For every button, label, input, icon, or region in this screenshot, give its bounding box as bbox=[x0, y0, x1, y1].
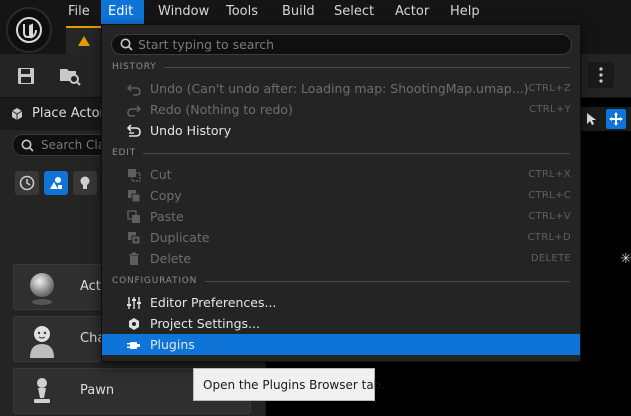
copy-icon bbox=[126, 188, 141, 203]
light-gizmo-icon[interactable]: ✳ bbox=[620, 251, 631, 267]
menu-item-editor-preferences[interactable]: Editor Preferences... bbox=[102, 292, 580, 313]
more-options-button[interactable] bbox=[588, 62, 614, 88]
actor-thumbnail bbox=[18, 372, 66, 412]
menu-item-label: Editor Preferences... bbox=[150, 295, 277, 310]
search-placeholder: Search Cla bbox=[41, 138, 106, 152]
menu-window[interactable]: Window bbox=[151, 0, 216, 24]
menu-actor[interactable]: Actor bbox=[388, 0, 436, 24]
character-icon bbox=[30, 326, 54, 358]
menu-build[interactable]: Build bbox=[275, 0, 322, 24]
menu-item-delete[interactable]: Delete DELETE bbox=[102, 248, 580, 269]
actor-item-label: Pawn bbox=[80, 383, 115, 398]
select-mode-button[interactable] bbox=[582, 109, 602, 129]
menu-item-label: Delete bbox=[150, 251, 192, 266]
menu-item-paste[interactable]: Paste CTRL+V bbox=[102, 206, 580, 227]
clock-icon bbox=[19, 175, 35, 191]
search-icon bbox=[120, 38, 133, 51]
section-history-label: HISTORY bbox=[112, 62, 157, 72]
section-divider bbox=[205, 281, 570, 282]
basic-category-button[interactable] bbox=[44, 171, 68, 195]
section-divider bbox=[164, 67, 570, 68]
plugins-tooltip: Open the Plugins Browser tab. bbox=[193, 368, 385, 401]
menu-item-plugins[interactable]: Plugins bbox=[102, 334, 580, 355]
actor-thumbnail bbox=[18, 320, 66, 360]
undo-icon bbox=[126, 81, 141, 96]
undo-history-icon bbox=[126, 123, 141, 138]
menu-item-label: Redo (Nothing to redo) bbox=[150, 102, 293, 117]
section-configuration-label: CONFIGURATION bbox=[112, 276, 198, 286]
paste-icon bbox=[126, 209, 141, 224]
menu-item-label: Undo (Can't undo after: Loading map: Sho… bbox=[150, 81, 529, 96]
shortcut-label: CTRL+Y bbox=[529, 104, 571, 115]
menu-item-cut[interactable]: Cut CTRL+X bbox=[102, 164, 580, 185]
shortcut-label: CTRL+C bbox=[528, 190, 571, 201]
save-button[interactable] bbox=[14, 64, 38, 88]
menu-item-label: Undo History bbox=[150, 123, 232, 138]
settings-icon bbox=[126, 316, 141, 331]
cursor-icon bbox=[587, 113, 596, 125]
search-icon bbox=[21, 139, 34, 152]
edit-menu: Start typing to search HISTORY Undo (Can… bbox=[101, 24, 581, 362]
shortcut-label: CTRL+Z bbox=[528, 83, 571, 94]
menu-item-label: Copy bbox=[150, 188, 182, 203]
trash-icon bbox=[126, 251, 141, 266]
move-icon bbox=[609, 112, 623, 126]
redo-icon bbox=[126, 102, 141, 117]
menu-item-duplicate[interactable]: Duplicate CTRL+D bbox=[102, 227, 580, 248]
save-icon bbox=[18, 68, 34, 84]
viewport-toolbar bbox=[577, 107, 631, 131]
tooltip-text: Open the Plugins Browser tab. bbox=[203, 378, 386, 392]
basic-shapes-icon bbox=[50, 177, 62, 189]
menu-item-copy[interactable]: Copy CTRL+C bbox=[102, 185, 580, 206]
browse-content-button[interactable] bbox=[58, 64, 82, 88]
panel-title: Place Actors bbox=[32, 106, 112, 121]
folder-search-icon bbox=[60, 69, 81, 86]
menu-edit[interactable]: Edit bbox=[101, 0, 144, 24]
recent-category-button[interactable] bbox=[15, 171, 39, 195]
menu-item-label: Project Settings... bbox=[150, 316, 260, 331]
menu-item-label: Paste bbox=[150, 209, 184, 224]
translate-mode-button[interactable] bbox=[606, 109, 626, 129]
menu-item-label: Plugins bbox=[150, 337, 195, 352]
cut-icon bbox=[126, 167, 141, 182]
menu-item-label: Duplicate bbox=[150, 230, 210, 245]
actor-thumbnail bbox=[18, 268, 66, 308]
menu-item-project-settings[interactable]: Project Settings... bbox=[102, 313, 580, 334]
section-edit-label: EDIT bbox=[112, 148, 136, 158]
duplicate-icon bbox=[126, 230, 141, 245]
shortcut-label: CTRL+X bbox=[528, 169, 571, 180]
section-divider bbox=[143, 153, 570, 154]
shortcut-label: CTRL+V bbox=[528, 211, 571, 222]
more-vertical-icon bbox=[599, 67, 603, 83]
menu-help[interactable]: Help bbox=[443, 0, 487, 24]
menu-bar: File Edit Window Tools Build Select Acto… bbox=[0, 0, 631, 24]
menu-search-placeholder: Start typing to search bbox=[138, 37, 275, 52]
menu-select[interactable]: Select bbox=[327, 0, 381, 24]
unreal-logo-icon bbox=[16, 17, 42, 43]
menu-item-undo[interactable]: Undo (Can't undo after: Loading map: Sho… bbox=[102, 78, 580, 99]
menu-tools[interactable]: Tools bbox=[219, 0, 265, 24]
level-tab[interactable] bbox=[66, 26, 102, 54]
lights-category-button[interactable] bbox=[73, 171, 97, 195]
lightbulb-icon bbox=[80, 176, 90, 189]
level-icon bbox=[78, 36, 90, 46]
menu-item-label: Cut bbox=[150, 167, 172, 182]
sliders-icon bbox=[126, 295, 141, 310]
menu-item-redo[interactable]: Redo (Nothing to redo) CTRL+Y bbox=[102, 99, 580, 120]
shortcut-label: CTRL+D bbox=[527, 232, 571, 243]
plug-icon bbox=[126, 337, 141, 352]
unreal-logo[interactable] bbox=[6, 7, 52, 53]
place-actors-icon bbox=[11, 108, 23, 120]
shortcut-label: DELETE bbox=[530, 253, 571, 264]
menu-search-input[interactable]: Start typing to search bbox=[111, 34, 572, 55]
menu-item-undo-history[interactable]: Undo History bbox=[102, 120, 580, 141]
sphere-icon bbox=[30, 273, 54, 305]
menu-file[interactable]: File bbox=[61, 0, 97, 24]
pawn-icon bbox=[34, 378, 50, 403]
